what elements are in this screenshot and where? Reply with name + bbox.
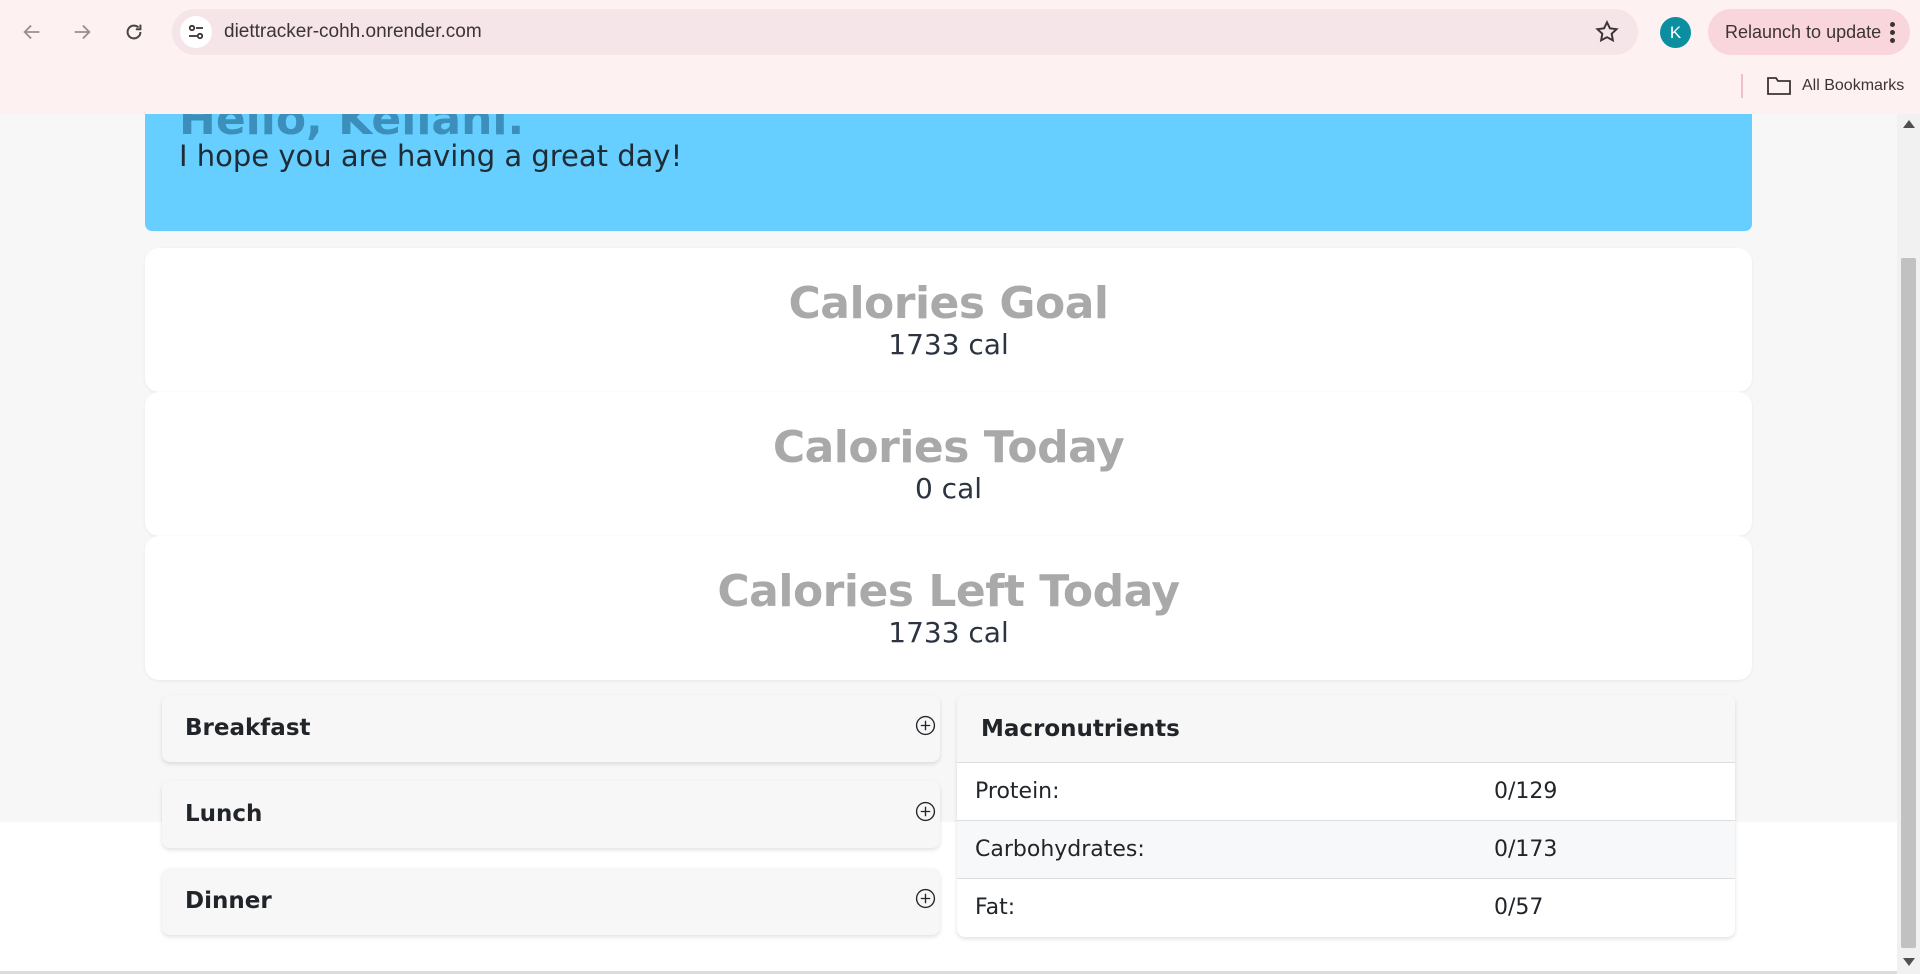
all-bookmarks-label: All Bookmarks: [1802, 77, 1905, 94]
macro-row-protein: Protein: 0/129: [957, 763, 1735, 821]
macro-name: Fat:: [975, 895, 1016, 920]
meal-label-dinner: Dinner: [185, 888, 272, 914]
greeting-subtitle: I hope you are having a great day!: [179, 139, 683, 173]
add-circle-icon[interactable]: [915, 715, 936, 736]
meal-card-lunch[interactable]: Lunch: [162, 781, 940, 848]
macro-value: 0/57: [1494, 895, 1544, 920]
calories-goal-card: Calories Goal 1733 cal: [145, 248, 1752, 392]
reload-button[interactable]: [116, 14, 152, 50]
add-circle-icon[interactable]: [915, 801, 936, 822]
calories-left-title: Calories Left Today: [717, 566, 1180, 617]
calories-goal-title: Calories Goal: [788, 278, 1109, 329]
address-bar[interactable]: diettracker-cohh.onrender.com: [172, 9, 1638, 55]
macro-value: 0/173: [1494, 837, 1558, 862]
tune-icon: [188, 24, 204, 40]
forward-button[interactable]: [64, 14, 100, 50]
bookmarks-divider: [1741, 74, 1743, 98]
macronutrients-card: Macronutrients Protein: 0/129 Carbohydra…: [957, 695, 1735, 937]
meal-label-breakfast: Breakfast: [185, 715, 311, 741]
meal-card-dinner[interactable]: Dinner: [162, 868, 940, 935]
menu-kebab-icon[interactable]: [1890, 22, 1896, 43]
all-bookmarks-button[interactable]: All Bookmarks: [1766, 74, 1904, 98]
meal-label-lunch: Lunch: [185, 801, 263, 827]
calories-today-title: Calories Today: [772, 422, 1125, 473]
relaunch-button[interactable]: Relaunch to update: [1708, 9, 1910, 55]
scroll-down-arrow-icon[interactable]: [1903, 958, 1915, 966]
calories-today-card: Calories Today 0 cal: [145, 392, 1752, 536]
scroll-up-arrow-icon[interactable]: [1903, 120, 1915, 128]
macro-name: Carbohydrates:: [975, 837, 1145, 862]
macronutrients-title: Macronutrients: [957, 695, 1735, 763]
arrow-left-icon: [23, 24, 40, 40]
page-content: Hello, Keilani. I hope you are having a …: [0, 114, 1897, 974]
arrow-right-icon: [74, 24, 91, 40]
macro-name: Protein:: [975, 779, 1060, 804]
folder-icon: [1767, 77, 1791, 95]
scroll-thumb[interactable]: [1901, 258, 1916, 948]
relaunch-label: Relaunch to update: [1725, 21, 1882, 42]
greeting-banner: Hello, Keilani. I hope you are having a …: [145, 114, 1752, 231]
macro-row-fat: Fat: 0/57: [957, 879, 1735, 937]
meal-card-breakfast[interactable]: Breakfast: [162, 695, 940, 762]
calories-goal-value: 1733 cal: [888, 328, 1009, 361]
browser-toolbar: diettracker-cohh.onrender.com K Relaunch…: [0, 0, 1920, 114]
back-button[interactable]: [14, 14, 50, 50]
bookmark-star-icon[interactable]: [1594, 19, 1620, 45]
macro-row-carbohydrates: Carbohydrates: 0/173: [957, 821, 1735, 879]
macro-value: 0/129: [1494, 779, 1558, 804]
calories-left-card: Calories Left Today 1733 cal: [145, 536, 1752, 680]
page-scrollbar[interactable]: [1897, 114, 1920, 974]
url-text[interactable]: diettracker-cohh.onrender.com: [224, 21, 482, 43]
add-circle-icon[interactable]: [915, 888, 936, 909]
reload-icon: [126, 24, 142, 40]
site-info-button[interactable]: [180, 16, 212, 48]
profile-avatar[interactable]: K: [1660, 17, 1691, 48]
calories-today-value: 0 cal: [914, 472, 983, 505]
calories-left-value: 1733 cal: [888, 616, 1009, 649]
